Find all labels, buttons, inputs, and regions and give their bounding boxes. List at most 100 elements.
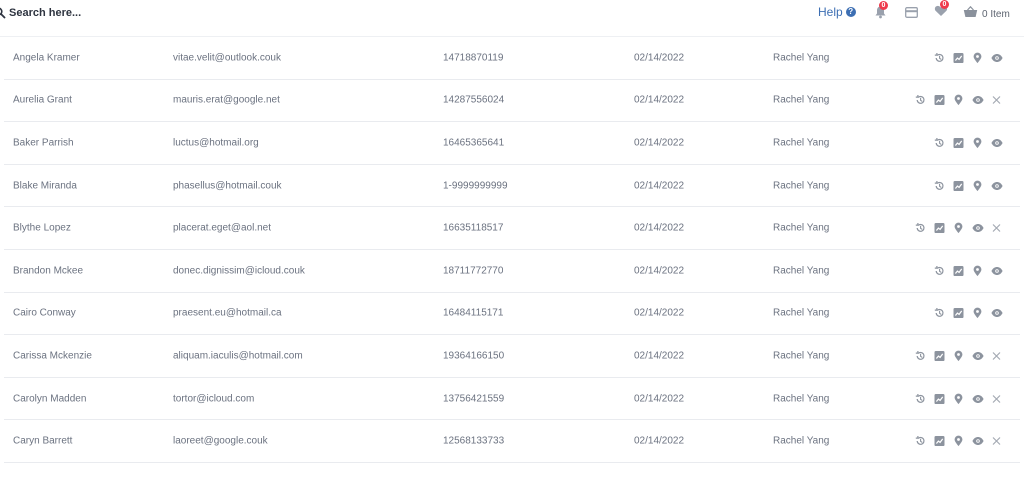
view-icon — [990, 181, 1003, 190]
table-row[interactable]: Carolyn Madden tortor@icloud.com 1375642… — [4, 378, 1020, 421]
view-icon — [990, 266, 1003, 275]
history-icon — [934, 52, 945, 63]
contact-email: donec.dignissim@icloud.couk — [173, 265, 305, 277]
search-input[interactable] — [9, 7, 149, 19]
location-button[interactable] — [972, 52, 983, 63]
delete-button[interactable] — [991, 436, 1002, 447]
location-button[interactable] — [953, 94, 964, 106]
contact-date: 02/14/2022 — [634, 137, 685, 149]
close-icon — [992, 224, 1001, 233]
table-row[interactable]: Cairo Conway praesent.eu@hotmail.ca 1648… — [4, 293, 1020, 336]
history-icon — [934, 265, 945, 276]
delete-button[interactable] — [991, 95, 1002, 106]
history-button[interactable] — [934, 265, 945, 276]
location-button[interactable] — [953, 350, 964, 362]
contact-date: 02/14/2022 — [634, 180, 685, 192]
table-row[interactable]: Caryn Barrett laoreet@google.couk 125681… — [4, 420, 1020, 463]
history-icon — [915, 95, 926, 106]
table-row[interactable]: Blythe Lopez placerat.eget@aol.net 16635… — [4, 207, 1020, 250]
history-button[interactable] — [915, 393, 926, 404]
table-row[interactable]: Blake Miranda phasellus@hotmail.couk 1-9… — [4, 165, 1020, 208]
history-button[interactable] — [934, 308, 945, 319]
history-icon — [934, 137, 945, 148]
cart-button[interactable]: 0 Item — [963, 5, 1010, 23]
view-button[interactable] — [971, 95, 984, 106]
activity-button[interactable] — [953, 52, 964, 63]
history-icon — [934, 308, 945, 319]
activity-button[interactable] — [953, 265, 964, 276]
history-button[interactable] — [915, 350, 926, 361]
close-icon — [992, 351, 1001, 360]
contact-date: 02/14/2022 — [634, 435, 685, 447]
location-icon — [954, 435, 963, 447]
contact-agent: Rachel Yang — [773, 307, 830, 319]
activity-button[interactable] — [953, 308, 964, 319]
location-button[interactable] — [953, 393, 964, 404]
location-icon — [973, 307, 982, 319]
table-row[interactable]: Brandon Mckee donec.dignissim@icloud.cou… — [4, 250, 1020, 293]
row-actions — [915, 435, 1002, 447]
view-button[interactable] — [971, 393, 984, 404]
activity-button[interactable] — [953, 137, 964, 148]
history-button[interactable] — [915, 223, 926, 234]
wishlist-badge: 0 — [940, 0, 949, 9]
activity-button[interactable] — [934, 95, 945, 106]
contact-date: 02/14/2022 — [634, 350, 685, 362]
history-button[interactable] — [934, 180, 945, 191]
activity-button[interactable] — [934, 223, 945, 234]
view-button[interactable] — [990, 52, 1003, 63]
table-row[interactable]: Angela Kramer vitae.velit@outlook.couk 1… — [4, 37, 1020, 80]
view-button[interactable] — [971, 436, 984, 447]
close-icon — [992, 437, 1001, 446]
view-button[interactable] — [990, 308, 1003, 319]
activity-button[interactable] — [934, 350, 945, 361]
location-button[interactable] — [972, 307, 983, 319]
location-button[interactable] — [972, 180, 983, 191]
view-button[interactable] — [990, 265, 1003, 276]
cart-label: 0 Item — [982, 8, 1010, 20]
location-button[interactable] — [953, 435, 964, 447]
location-icon — [973, 265, 982, 276]
contact-phone: 13756421559 — [443, 393, 505, 405]
view-button[interactable] — [971, 350, 984, 361]
location-button[interactable] — [972, 137, 983, 149]
activity-button[interactable] — [934, 393, 945, 404]
contact-name: Cairo Conway — [13, 307, 76, 319]
location-button[interactable] — [953, 222, 964, 234]
activity-button[interactable] — [934, 436, 945, 447]
view-button[interactable] — [971, 223, 984, 234]
contact-phone: 1-9999999999 — [443, 180, 508, 192]
view-icon — [971, 96, 984, 105]
card-button[interactable] — [905, 7, 918, 18]
delete-button[interactable] — [991, 350, 1002, 361]
contact-date: 02/14/2022 — [634, 94, 685, 106]
notifications-button[interactable]: 0 — [874, 1, 888, 19]
view-icon — [990, 138, 1003, 147]
location-icon — [973, 52, 982, 63]
wishlist-button[interactable]: 0 — [934, 0, 949, 17]
history-button[interactable] — [934, 52, 945, 63]
location-button[interactable] — [972, 265, 983, 276]
history-button[interactable] — [915, 436, 926, 447]
help-link[interactable]: Help ? — [818, 5, 856, 19]
contact-name: Caryn Barrett — [13, 435, 73, 447]
contact-agent: Rachel Yang — [773, 94, 830, 106]
history-button[interactable] — [915, 95, 926, 106]
contact-agent: Rachel Yang — [773, 350, 830, 362]
contact-date: 02/14/2022 — [634, 393, 685, 405]
table-row[interactable]: Aurelia Grant mauris.erat@google.net 142… — [4, 80, 1020, 123]
contact-email: praesent.eu@hotmail.ca — [173, 307, 282, 319]
search-box[interactable] — [0, 5, 149, 21]
contact-date: 02/14/2022 — [634, 52, 685, 64]
view-button[interactable] — [990, 137, 1003, 148]
table-row[interactable]: Carissa Mckenzie aliquam.iaculis@hotmail… — [4, 335, 1020, 378]
contact-agent: Rachel Yang — [773, 265, 830, 277]
table-row[interactable]: Baker Parrish luctus@hotmail.org 1646536… — [4, 122, 1020, 165]
history-icon — [915, 393, 926, 404]
help-label: Help — [818, 5, 843, 19]
view-button[interactable] — [990, 180, 1003, 191]
delete-button[interactable] — [991, 393, 1002, 404]
activity-button[interactable] — [953, 180, 964, 191]
delete-button[interactable] — [991, 223, 1002, 234]
history-button[interactable] — [934, 137, 945, 148]
